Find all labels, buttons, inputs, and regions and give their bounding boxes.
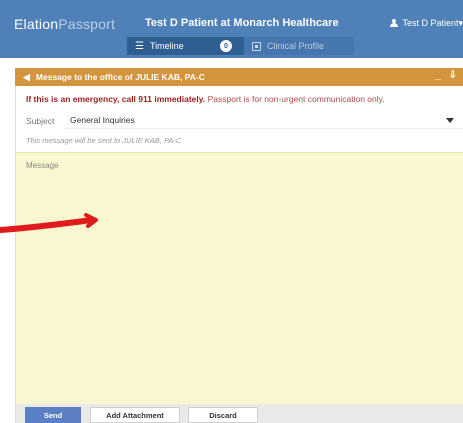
panel-header-actions: _ ⇩ bbox=[427, 70, 457, 81]
logo-light: Passport bbox=[58, 16, 116, 32]
tab-clinical-profile-label: Clinical Profile bbox=[267, 41, 325, 51]
emergency-note: Passport is for non-urgent communication… bbox=[207, 94, 385, 104]
tab-timeline-label: Timeline bbox=[149, 41, 184, 51]
subject-value: General Inquiries bbox=[70, 114, 135, 125]
logo-main: Elation bbox=[14, 16, 59, 32]
discard-button[interactable]: Discard bbox=[188, 407, 258, 423]
elation-passport-logo[interactable]: ElationPassport bbox=[14, 16, 115, 32]
minimize-icon[interactable]: _ bbox=[435, 70, 441, 81]
clinical-profile-icon bbox=[252, 41, 261, 51]
user-icon bbox=[390, 19, 399, 27]
caret-down-icon: ▾ bbox=[458, 18, 463, 28]
recipient-note: This message will be sent to JULIE KAB, … bbox=[26, 136, 182, 145]
tab-bar: ☰ Timeline 0 Clinical Profile bbox=[127, 37, 354, 55]
add-attachment-button[interactable]: Add Attachment bbox=[90, 407, 180, 423]
subject-select[interactable]: General Inquiries bbox=[64, 111, 463, 129]
user-name: Test D Patient bbox=[402, 18, 459, 28]
top-navigation-bar: ElationPassport Test D Patient at Monarc… bbox=[0, 0, 463, 58]
message-footer: Send Add Attachment Discard bbox=[16, 404, 463, 423]
panel-title: Message to the office of JULIE KAB, PA-C bbox=[35, 72, 205, 82]
message-panel: If this is an emergency, call 911 immedi… bbox=[15, 86, 463, 423]
message-panel-header: ◀ Message to the office of JULIE KAB, PA… bbox=[15, 68, 463, 86]
page-title: Test D Patient at Monarch Healthcare bbox=[145, 17, 339, 29]
send-button[interactable]: Send bbox=[25, 407, 81, 423]
tab-clinical-profile[interactable]: Clinical Profile bbox=[244, 37, 354, 55]
dropdown-caret-icon bbox=[446, 118, 454, 123]
message-placeholder: Message bbox=[26, 161, 59, 170]
emergency-warning: If this is an emergency, call 911 immedi… bbox=[26, 94, 206, 104]
popout-icon[interactable]: ⇩ bbox=[449, 70, 457, 81]
timeline-count-badge: 0 bbox=[220, 40, 232, 52]
red-annotation-arrow bbox=[0, 213, 98, 233]
message-textarea[interactable]: Message bbox=[16, 152, 463, 404]
paper-plane-icon: ◀ bbox=[23, 71, 30, 82]
tab-timeline[interactable]: ☰ Timeline 0 bbox=[127, 37, 244, 55]
emergency-notice: If this is an emergency, call 911 immedi… bbox=[26, 94, 385, 104]
list-icon: ☰ bbox=[135, 40, 144, 52]
user-menu[interactable]: Test D Patient▾ bbox=[390, 18, 463, 29]
subject-label: Subject bbox=[26, 116, 55, 126]
